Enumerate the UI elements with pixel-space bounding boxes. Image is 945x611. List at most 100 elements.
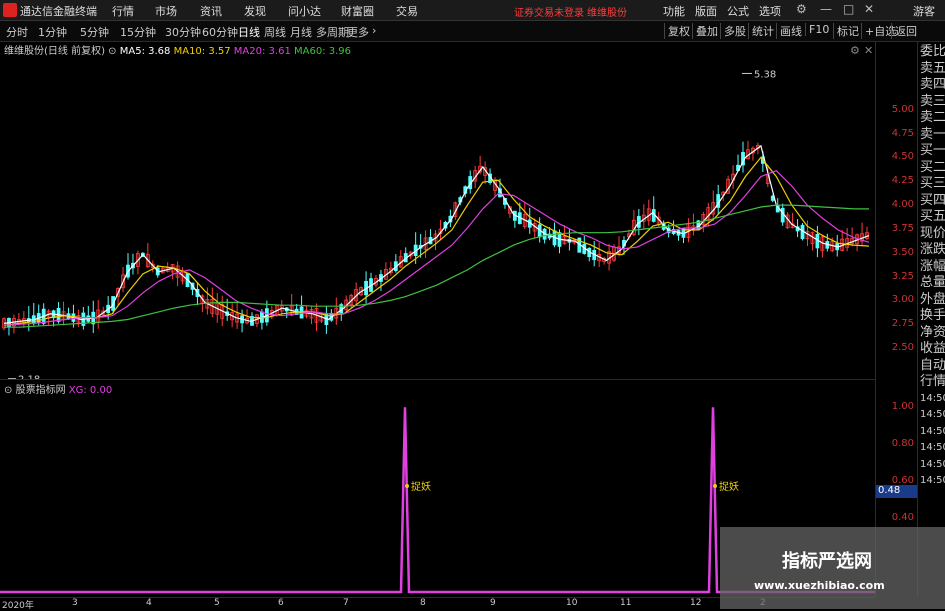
menu-item-trade[interactable]: 交易 bbox=[396, 3, 418, 19]
quote-row-label: 行情 bbox=[920, 374, 945, 389]
quote-panel: 委比 卖五 卖四 卖三 卖二 卖一 买一 买二 买三 买四 买五 现价 涨跌 涨幅 总量 外盘 换手 净资 收益 自动… bbox=[917, 42, 945, 597]
quote-row-label: 买一 bbox=[920, 143, 945, 158]
button-f10[interactable]: F10 bbox=[805, 23, 832, 36]
ma60-label: MA60: 3.96 bbox=[294, 46, 352, 57]
quote-row-label: 卖三 bbox=[920, 93, 945, 109]
menu-item-market[interactable]: 市场 bbox=[155, 3, 177, 19]
tab-monthly[interactable]: 月线 bbox=[290, 24, 312, 40]
ma-line-ma5 bbox=[3, 144, 870, 324]
menu-item-layout[interactable]: 版面 bbox=[695, 3, 717, 19]
menu-item-functions[interactable]: 功能 bbox=[663, 3, 685, 19]
menu-item-discover[interactable]: 发现 bbox=[244, 3, 266, 19]
date-tick: 4 bbox=[146, 598, 152, 608]
collapse-icon[interactable]: ⊙ bbox=[108, 46, 116, 57]
watermark-title: 指标严选网 bbox=[782, 551, 872, 572]
indicator-tick: 0.40 bbox=[891, 512, 914, 524]
tab-daily[interactable]: 日线 bbox=[238, 24, 260, 40]
price-tick: 4.50 bbox=[891, 151, 914, 163]
chevron-right-icon[interactable]: › bbox=[372, 24, 376, 37]
quote-row-label: 净资 bbox=[920, 324, 945, 340]
main-chart-legend: 维维股份(日线 前复权) ⊙ MA5: 3.68 MA10: 3.57 MA20… bbox=[4, 42, 351, 57]
price-tick: 3.50 bbox=[891, 246, 914, 258]
price-tick: 4.25 bbox=[891, 175, 914, 187]
signal-dot bbox=[405, 484, 409, 488]
menu-item-wealth[interactable]: 财富圈 bbox=[341, 3, 374, 19]
tab-intraday[interactable]: 分时 bbox=[6, 24, 28, 40]
button-back[interactable]: 返回 bbox=[891, 23, 920, 39]
button-multi-stock[interactable]: 多股 bbox=[720, 23, 749, 39]
price-tick: 5.00 bbox=[891, 103, 914, 115]
quote-row-label: 买四 bbox=[920, 192, 945, 208]
quote-row-label: 涨幅 bbox=[920, 258, 945, 274]
menu-item-assistant[interactable]: 问小达 bbox=[288, 3, 321, 19]
menu-item-formula[interactable]: 公式 bbox=[727, 3, 749, 19]
quote-row-label: 换手 bbox=[920, 308, 945, 323]
price-tick: 4.75 bbox=[891, 127, 914, 139]
ma10-label: MA10: 3.57 bbox=[173, 46, 231, 57]
tab-15min[interactable]: 15分钟 bbox=[120, 24, 156, 40]
tab-weekly[interactable]: 周线 bbox=[264, 24, 286, 40]
settings-icon[interactable]: ⚙ bbox=[796, 2, 807, 16]
indicator-tick: 0.80 bbox=[891, 438, 914, 450]
minimize-icon[interactable]: — bbox=[820, 2, 832, 16]
ma5-label: MA5: 3.68 bbox=[119, 46, 171, 57]
price-tick: 4.00 bbox=[891, 199, 914, 211]
login-warning[interactable]: 证券交易未登录 bbox=[514, 4, 584, 19]
quote-row-label: 委比 bbox=[920, 44, 945, 59]
button-mark[interactable]: 标记 bbox=[833, 23, 862, 39]
date-tick: 10 bbox=[566, 598, 578, 608]
menu-item-options[interactable]: 选项 bbox=[759, 3, 781, 19]
quote-row-label: 14:50 bbox=[920, 392, 945, 404]
signal-dot bbox=[713, 484, 717, 488]
date-tick: 12 bbox=[690, 598, 702, 608]
tab-60min[interactable]: 60分钟 bbox=[202, 24, 238, 40]
chart-title: 维维股份(日线 前复权) bbox=[4, 46, 105, 57]
quote-row-label: 卖四 bbox=[920, 77, 945, 92]
guest-label[interactable]: 游客 bbox=[913, 3, 935, 19]
app-title: 通达信金融终端 bbox=[20, 5, 97, 18]
menu-item-news[interactable]: 资讯 bbox=[200, 3, 222, 19]
date-tick: 11 bbox=[620, 598, 632, 608]
menu-bar: 通达信金融终端 行情 市场 资讯 发现 问小达 财富圈 交易 证券交易未登录 维… bbox=[0, 0, 945, 21]
maximize-icon[interactable]: □ bbox=[843, 2, 854, 16]
price-tick: 3.25 bbox=[891, 270, 914, 282]
date-tick: 5 bbox=[214, 598, 220, 608]
max-label: 5.38 bbox=[754, 69, 776, 80]
button-draw[interactable]: 画线 bbox=[776, 23, 805, 39]
quote-row-label: 卖五 bbox=[920, 60, 945, 76]
date-tick: 6 bbox=[278, 598, 284, 608]
close-icon[interactable]: ✕ bbox=[864, 44, 873, 57]
button-adjust[interactable]: 复权 bbox=[664, 23, 693, 39]
quote-row-label: 卖一 bbox=[920, 126, 945, 142]
menu-item-quotes[interactable]: 行情 bbox=[112, 3, 134, 19]
ma20-label: MA20: 3.61 bbox=[233, 46, 291, 57]
stock-link[interactable]: 维维股份 bbox=[587, 4, 627, 19]
tab-5min[interactable]: 5分钟 bbox=[80, 24, 109, 40]
close-icon[interactable]: ✕ bbox=[864, 2, 874, 16]
period-toolbar: 分时 1分钟 5分钟 15分钟 30分钟 60分钟 日线 周线 月线 多周期 更… bbox=[0, 21, 945, 42]
price-tick: 2.50 bbox=[891, 342, 914, 354]
quote-row-label: 买二 bbox=[920, 159, 945, 175]
candlestick-chart[interactable]: 5.382.18 bbox=[0, 42, 875, 379]
signal-label: 捉妖 bbox=[411, 480, 431, 493]
tab-more[interactable]: 更多 bbox=[347, 24, 369, 40]
button-overlay[interactable]: 叠加 bbox=[692, 23, 721, 39]
quote-row-label: 现价 bbox=[920, 225, 945, 241]
quote-row-label: 14:50 bbox=[920, 458, 945, 470]
tab-multi-period[interactable]: 多周期 bbox=[316, 24, 349, 40]
quote-row-label: 14:50 bbox=[920, 442, 945, 453]
button-stats[interactable]: 统计 bbox=[748, 23, 777, 39]
settings-icon[interactable]: ⚙ bbox=[850, 44, 860, 57]
pane-divider[interactable] bbox=[0, 379, 875, 380]
quote-row-label: 买三 bbox=[920, 176, 945, 191]
quote-row-label: 买五 bbox=[920, 209, 945, 224]
indicator-tick: 1.00 bbox=[891, 401, 914, 413]
signal-label: 捉妖 bbox=[719, 480, 739, 493]
quote-row-label: 14:50 bbox=[920, 475, 945, 486]
watermark-url: www.xuezhibiao.com bbox=[754, 579, 885, 592]
tab-30min[interactable]: 30分钟 bbox=[165, 24, 201, 40]
date-tick: 9 bbox=[490, 598, 496, 608]
app-logo-icon bbox=[3, 3, 17, 17]
tab-1min[interactable]: 1分钟 bbox=[38, 24, 67, 40]
date-tick: 3 bbox=[72, 598, 78, 608]
